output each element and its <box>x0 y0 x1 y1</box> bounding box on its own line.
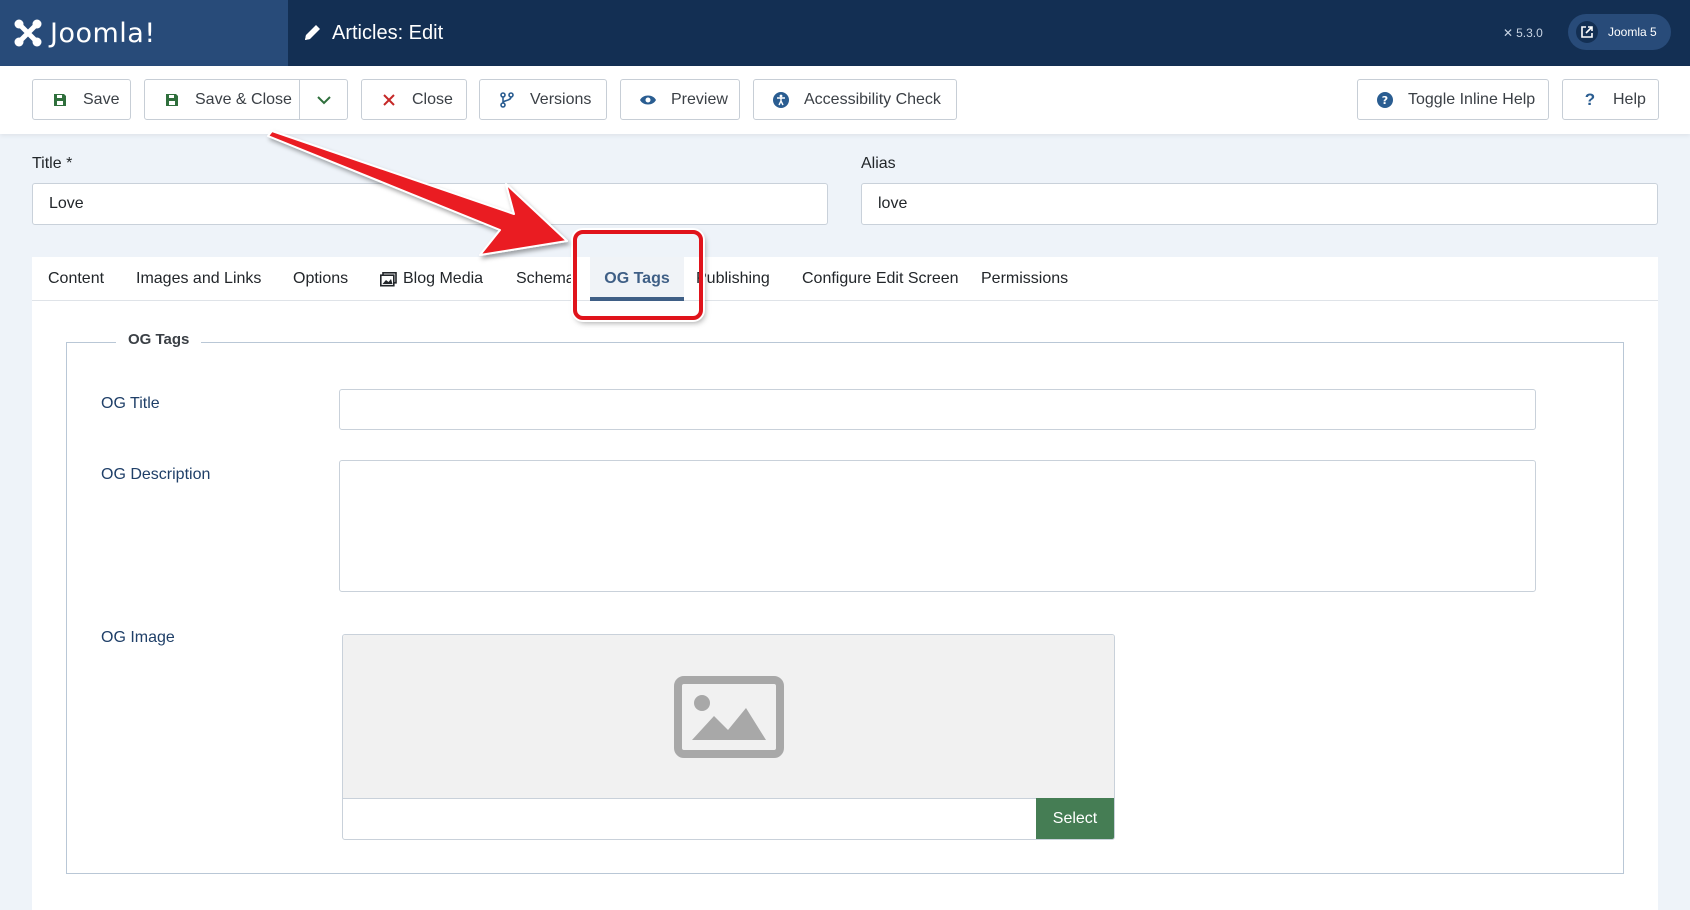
og-image-path-input[interactable] <box>343 798 1038 839</box>
toolbar: Save Save & Close Close Versions Preview… <box>0 66 1690 134</box>
save-dropdown-toggle[interactable] <box>299 80 347 119</box>
joomla-small-icon: ✕ <box>1503 26 1514 40</box>
tab-configure-edit-screen[interactable]: Configure Edit Screen <box>802 257 959 301</box>
annotation-highlight-box <box>573 230 703 320</box>
save-close-label: Save & Close <box>195 90 292 108</box>
save-close-button[interactable]: Save & Close <box>144 79 348 120</box>
og-image-label: OG Image <box>101 629 175 646</box>
joomla-logo-icon <box>14 19 42 47</box>
question-circle-icon: ? <box>1376 91 1394 109</box>
preview-label: Preview <box>671 90 728 108</box>
og-image-field: Select <box>342 634 1115 840</box>
alias-label: Alias <box>861 155 896 172</box>
article-tabs: Content Images and Links Options Blog Me… <box>32 257 1658 301</box>
code-branch-icon <box>498 91 516 109</box>
title-label: Title * <box>32 155 73 172</box>
svg-text:?: ? <box>1382 94 1388 107</box>
toggle-help-label: Toggle Inline Help <box>1408 90 1536 108</box>
save-label: Save <box>83 90 120 108</box>
tab-label: Blog Media <box>403 270 484 287</box>
pencil-icon <box>305 25 320 40</box>
image-placeholder-icon <box>673 675 784 758</box>
versions-button[interactable]: Versions <box>479 79 607 120</box>
view-site-button[interactable]: Joomla 5 <box>1568 14 1671 50</box>
toggle-inline-help-button[interactable]: ? Toggle Inline Help <box>1357 79 1549 120</box>
close-label: Close <box>412 90 453 108</box>
og-tags-legend: OG Tags <box>116 331 202 348</box>
save-icon <box>163 91 181 109</box>
versions-label: Versions <box>530 90 592 108</box>
page-title-text: Articles: Edit <box>332 21 444 44</box>
select-image-button[interactable]: Select <box>1036 798 1114 839</box>
universal-access-icon <box>772 91 790 109</box>
eye-icon <box>639 91 657 109</box>
tab-label: Options <box>293 270 349 287</box>
accessibility-check-button[interactable]: Accessibility Check <box>753 79 957 120</box>
tab-label: Content <box>48 270 105 287</box>
tab-images-and-links[interactable]: Images and Links <box>136 257 261 301</box>
og-title-label: OG Title <box>101 395 160 412</box>
alias-input[interactable]: love <box>861 183 1658 225</box>
view-site-label: Joomla 5 <box>1608 25 1657 39</box>
question-icon: ? <box>1584 89 1596 109</box>
og-description-label: OG Description <box>101 466 211 483</box>
tab-schema[interactable]: Schema <box>516 257 575 301</box>
tab-options[interactable]: Options <box>293 257 348 301</box>
close-button[interactable]: Close <box>361 79 467 120</box>
chevron-down-icon <box>316 95 331 104</box>
joomla-logo-link[interactable]: Joomla! <box>0 0 288 66</box>
tab-label: Publishing <box>696 270 770 287</box>
og-title-input[interactable] <box>339 389 1536 430</box>
version-badge: ✕ 5.3.0 <box>1503 0 1543 66</box>
tab-content[interactable]: Content <box>48 257 104 301</box>
tab-label: Images and Links <box>136 270 262 287</box>
help-button[interactable]: ? Help <box>1562 79 1659 120</box>
save-icon <box>51 91 69 109</box>
accessibility-label: Accessibility Check <box>804 90 941 108</box>
og-description-textarea[interactable] <box>339 460 1536 592</box>
brand-name: Joomla! <box>50 17 156 49</box>
tab-label: Permissions <box>981 270 1069 287</box>
save-button[interactable]: Save <box>32 79 131 120</box>
tab-publishing[interactable]: Publishing <box>696 257 770 301</box>
external-link-icon <box>1576 21 1598 43</box>
tab-label: Schema <box>516 270 575 287</box>
version-text: 5.3.0 <box>1516 26 1543 40</box>
tab-label: Configure Edit Screen <box>802 270 959 287</box>
page-title: Articles: Edit <box>302 0 443 66</box>
images-icon <box>380 271 397 287</box>
image-preview <box>343 635 1114 799</box>
tab-permissions[interactable]: Permissions <box>981 257 1068 301</box>
title-input[interactable]: Love <box>32 183 828 225</box>
preview-button[interactable]: Preview <box>620 79 740 120</box>
top-header: Joomla! Articles: Edit ✕ 5.3.0 Joomla 5 <box>0 0 1690 66</box>
og-tags-panel: OG Title OG Description OG Image OG Tags… <box>32 301 1658 910</box>
tab-blog-media[interactable]: Blog Media <box>380 257 483 301</box>
close-icon <box>380 91 398 109</box>
help-label: Help <box>1613 90 1646 108</box>
